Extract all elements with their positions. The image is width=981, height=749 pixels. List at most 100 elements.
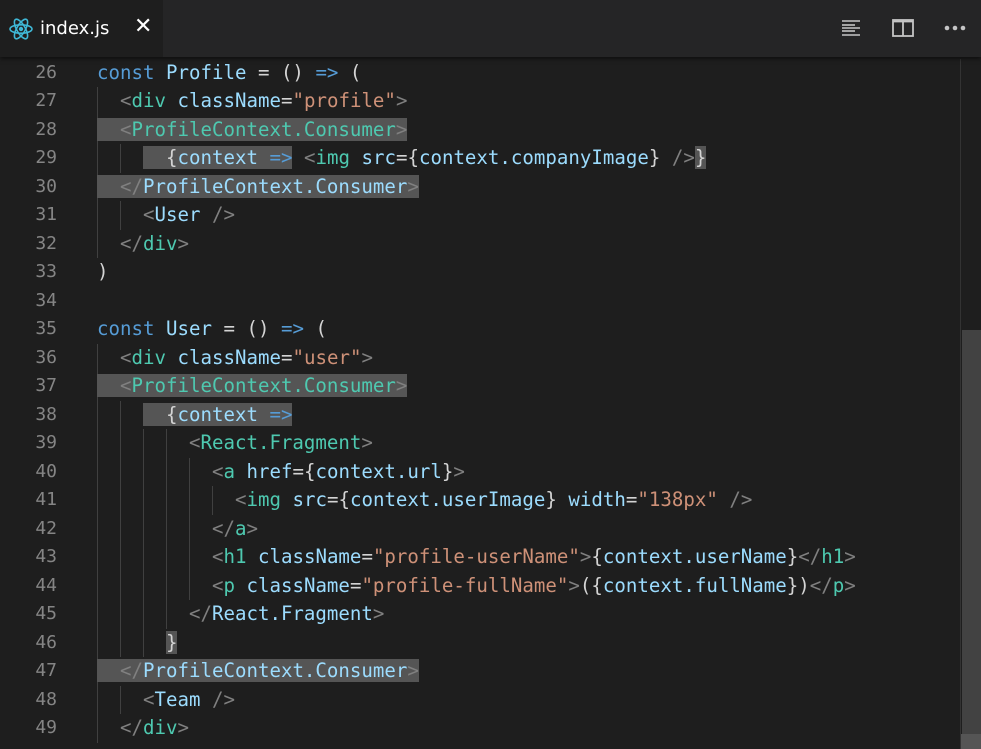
code-token: < <box>211 573 224 597</box>
code-line[interactable]: 49 </div> <box>0 714 960 743</box>
code-line[interactable]: 27 <div className="profile"> <box>0 87 960 116</box>
code-token: => <box>280 317 304 341</box>
code-token: > <box>246 516 258 540</box>
code-token: > <box>844 573 856 597</box>
line-number: 44 <box>35 574 57 596</box>
code-token: < <box>120 117 132 141</box>
code-token: </ <box>211 516 235 540</box>
code-line[interactable]: 29 {context => <img src={context.company… <box>0 144 960 173</box>
line-number: 28 <box>35 118 57 140</box>
code-line[interactable]: 48 <Team /> <box>0 685 960 715</box>
more-actions-icon[interactable] <box>943 16 967 40</box>
code-token: > <box>453 459 465 483</box>
code-token: ProfileContext.Consumer <box>131 374 396 398</box>
code-text: </React.Fragment> <box>97 600 384 628</box>
code-line[interactable]: 36 <div className="user"> <box>0 343 960 373</box>
code-token: User <box>154 203 201 227</box>
split-editor-icon[interactable] <box>891 16 915 40</box>
code-line[interactable]: 33) <box>0 258 960 286</box>
code-line[interactable]: 41 <img src={context.userImage} width="1… <box>0 486 960 515</box>
code-token: < <box>142 687 155 711</box>
line-number: 48 <box>35 688 57 710</box>
code-token: > <box>844 545 856 569</box>
scrollbar-thumb[interactable] <box>962 330 981 745</box>
code-token: img <box>246 488 281 512</box>
code-line[interactable]: 40 <a href={context.url}> <box>0 457 960 487</box>
code-text: </div> <box>97 714 189 742</box>
vertical-scrollbar[interactable] <box>960 59 981 749</box>
code-token: Team <box>154 687 201 711</box>
code-line[interactable]: 45 </React.Fragment> <box>0 600 960 629</box>
code-editor[interactable]: 26 const Profile = () => (27 <div classNa… <box>0 59 960 749</box>
code-text: <h1 className="profile-userName">{contex… <box>97 543 856 571</box>
code-token: > <box>579 545 592 569</box>
code-token: /> <box>671 146 695 170</box>
code-line[interactable]: 37 <ProfileContext.Consumer> <box>0 372 960 401</box>
code-line[interactable]: 43 <h1 className="profile-userName">{con… <box>0 543 960 572</box>
code-token: context.userName <box>602 545 787 569</box>
tab-index-js[interactable]: index.js ✕ <box>0 0 163 57</box>
code-line[interactable]: 28 <ProfileContext.Consumer> <box>0 115 960 145</box>
code-text: <React.Fragment> <box>97 429 373 457</box>
code-token: </ <box>120 659 143 683</box>
code-line[interactable]: 32 </div> <box>0 229 960 259</box>
code-text: <ProfileContext.Consumer> <box>97 116 408 144</box>
code-line[interactable]: 34 <box>0 287 960 315</box>
code-token: div <box>143 716 178 740</box>
code-line[interactable]: 30 </ProfileContext.Consumer> <box>0 172 960 202</box>
code-token: > <box>395 374 408 398</box>
code-token: "profile-fullName" <box>361 573 569 597</box>
code-token: } <box>441 459 454 483</box>
code-token: </ <box>120 231 143 255</box>
code-token: div <box>143 231 178 255</box>
code-text: </div> <box>97 230 189 258</box>
code-token: > <box>407 659 419 683</box>
code-text: const User = () => ( <box>97 315 327 343</box>
line-number: 41 <box>35 489 57 511</box>
code-line[interactable]: 26 const Profile = () => ( <box>0 59 960 87</box>
code-token: h1 <box>223 545 247 569</box>
code-token: => <box>269 146 293 170</box>
code-token: = <box>625 488 638 512</box>
code-line[interactable]: 39 <React.Fragment> <box>0 429 960 458</box>
code-text: <a href={context.url}> <box>97 458 465 486</box>
code-line[interactable]: 44 <p className="profile-fullName">({con… <box>0 571 960 601</box>
code-token: } <box>694 146 707 170</box>
code-token <box>97 174 120 198</box>
line-number: 27 <box>35 90 57 112</box>
code-token: src <box>292 488 327 512</box>
code-token: ({ <box>579 573 603 597</box>
code-token: ( <box>338 61 362 84</box>
code-token: /> <box>729 488 753 512</box>
close-tab-icon[interactable]: ✕ <box>134 14 152 39</box>
code-line[interactable]: 35 const User = () => ( <box>0 315 960 343</box>
code-token: } <box>786 545 799 569</box>
code-line[interactable]: 38 {context => <box>0 400 960 430</box>
code-line[interactable]: 47 </ProfileContext.Consumer> <box>0 657 960 686</box>
toggle-minimap-icon[interactable] <box>839 16 863 40</box>
code-token: } <box>545 488 569 512</box>
code-line[interactable]: 31 <User /> <box>0 201 960 230</box>
code-token: p <box>832 573 845 597</box>
line-number: 45 <box>35 603 57 625</box>
code-token: < <box>211 459 224 483</box>
code-line[interactable]: 46 } <box>0 628 960 658</box>
code-token: ={ <box>326 488 350 512</box>
code-line[interactable]: 42 </a> <box>0 514 960 544</box>
code-text: </ProfileContext.Consumer> <box>97 657 419 685</box>
code-text: <div className="user"> <box>97 344 373 372</box>
